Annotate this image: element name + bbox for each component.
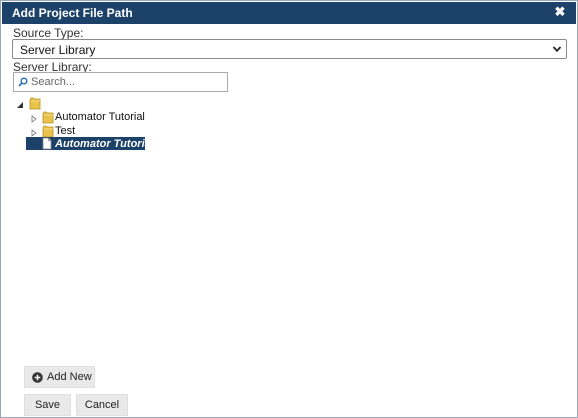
chevron-down-icon [552, 46, 562, 53]
close-icon[interactable]: ✖ [553, 4, 567, 19]
add-new-button[interactable]: Add New [24, 366, 95, 388]
tree-item-label[interactable]: Automator Tutorial [55, 138, 154, 150]
tree-item-label[interactable]: Test [55, 125, 75, 137]
save-button[interactable]: Save [24, 394, 71, 416]
search-icon [18, 77, 28, 87]
cancel-button[interactable]: Cancel [76, 394, 128, 416]
add-project-file-path-dialog: Add Project File Path ✖ Source Type: Ser… [0, 0, 578, 418]
file-icon [42, 137, 52, 150]
add-new-label: Add New [47, 371, 92, 383]
folder-icon [42, 111, 54, 124]
search-input[interactable] [31, 74, 223, 90]
dialog-titlebar: Add Project File Path ✖ [2, 2, 576, 24]
dialog-title: Add Project File Path [12, 6, 133, 20]
search-box [13, 72, 228, 92]
collapsed-arrow-icon[interactable] [30, 129, 38, 137]
expanded-arrow-icon[interactable] [16, 101, 24, 109]
source-type-value: Server Library [20, 43, 96, 57]
folder-icon [29, 97, 41, 110]
source-type-select[interactable]: Server Library [12, 39, 567, 59]
plus-circle-icon [32, 372, 43, 383]
source-type-label: Source Type: [13, 26, 84, 40]
collapsed-arrow-icon[interactable] [30, 115, 38, 123]
tree-item-label[interactable]: Automator Tutorial [55, 111, 145, 123]
